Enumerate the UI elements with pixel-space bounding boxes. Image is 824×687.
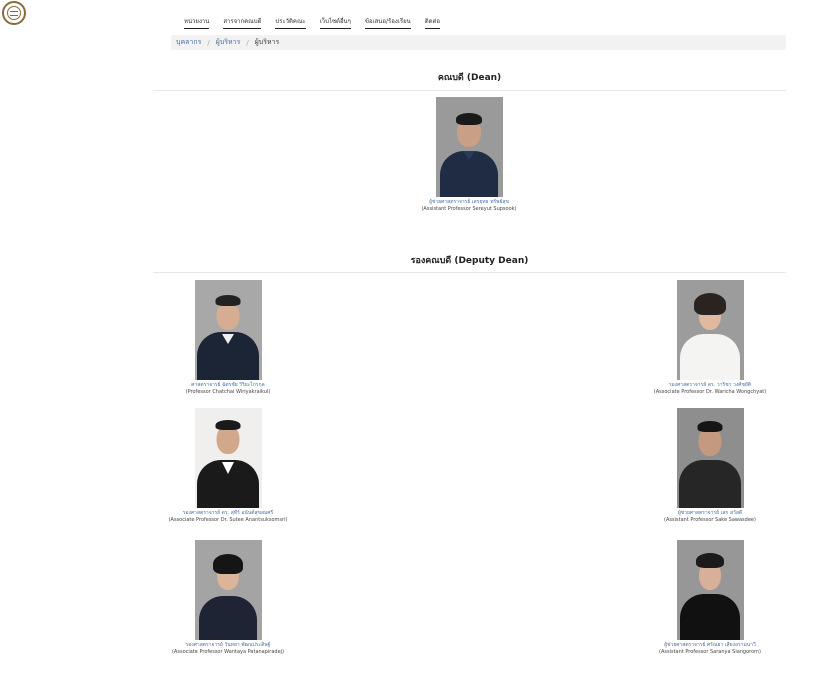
person-photo xyxy=(676,540,744,640)
deputy-card: ศาสตราจารย์ ฉัตรชัย วิริยะไกรกุล (Profes… xyxy=(138,280,318,396)
breadcrumb-separator: / xyxy=(246,38,249,47)
deputy-card: รองศาสตราจารย์ ดร. สุทีร์ อนันต์สุขสมศรี… xyxy=(138,408,318,524)
person-name-english: (Associate Professor Dr. Sutee Anantsuks… xyxy=(168,517,288,523)
person-photo xyxy=(194,408,262,508)
university-seal-icon[interactable] xyxy=(2,1,26,25)
deputy-card: ผู้ช่วยศาสตราจารย์ เสก สวัสดี (Assistant… xyxy=(620,408,800,524)
nav-item-dean-message[interactable]: สารจากคณบดี xyxy=(223,16,262,29)
nav-item-other-websites[interactable]: เว็บไซต์อื่นๆ xyxy=(319,16,351,29)
person-name-thai: รองศาสตราจารย์ วันทยา พัฒนประดิษฐ์ xyxy=(185,642,271,648)
person-photo xyxy=(676,280,744,380)
person-name-thai: ผู้ช่วยศาสตราจารย์ ศรัณยา เสียงอรามนาวี xyxy=(664,642,756,648)
divider xyxy=(153,272,786,273)
person-name-english: (Assistant Professor Sereyut Supsook) xyxy=(421,206,517,212)
deputy-card: รองศาสตราจารย์ วันทยา พัฒนประดิษฐ์ (Asso… xyxy=(138,540,318,656)
deputy-section-title: รองคณบดี (Deputy Dean) xyxy=(410,256,529,266)
person-photo xyxy=(194,540,262,640)
divider xyxy=(153,90,786,91)
person-name-thai: รองศาสตราจารย์ ดร. สุทีร์ อนันต์สุขสมศรี xyxy=(182,510,274,516)
person-name-thai: ผู้ช่วยศาสตราจารย์ เสรยุทธ ทรัพย์สุข xyxy=(429,199,509,205)
person-photo xyxy=(676,408,744,508)
nav-item-contact[interactable]: ติดต่อ xyxy=(424,16,440,29)
breadcrumb-separator: / xyxy=(207,38,210,47)
person-photo xyxy=(435,97,503,197)
nav-item-departments[interactable]: หน่วยงาน xyxy=(184,16,210,29)
person-name-english: (Associate Professor Wantaya Patanapirad… xyxy=(171,649,285,655)
breadcrumb-personnel[interactable]: บุคลากร xyxy=(176,37,201,48)
person-name-english: (Professor Chatchai Wiriyakraikul) xyxy=(185,389,271,395)
breadcrumb-current: ผู้บริหาร xyxy=(254,38,280,46)
person-name-thai: ผู้ช่วยศาสตราจารย์ เสก สวัสดี xyxy=(677,510,743,516)
nav-item-history[interactable]: ประวัติคณะ xyxy=(275,16,306,29)
person-name-english: (Assistant Professor Saranya Siangorom) xyxy=(659,649,761,655)
deputy-card: ผู้ช่วยศาสตราจารย์ ศรัณยา เสียงอรามนาวี … xyxy=(620,540,800,656)
person-name-thai: รองศาสตราจารย์ ดร. วาริชา วงศ์ชยัติ xyxy=(668,382,752,388)
deputy-card: รองศาสตราจารย์ ดร. วาริชา วงศ์ชยัติ (Ass… xyxy=(620,280,800,396)
person-name-english: (Assistant Professor Sake Sawasdee) xyxy=(664,517,756,523)
dean-card: ผู้ช่วยศาสตราจารย์ เสรยุทธ ทรัพย์สุข (As… xyxy=(379,97,559,213)
dean-section-title: คณบดี (Dean) xyxy=(437,73,502,83)
main-nav: หน่วยงาน สารจากคณบดี ประวัติคณะ เว็บไซต์… xyxy=(184,16,440,29)
breadcrumb: บุคลากร / ผู้บริหาร / ผู้บริหาร xyxy=(171,35,786,50)
breadcrumb-executives[interactable]: ผู้บริหาร xyxy=(216,37,241,48)
person-photo xyxy=(194,280,262,380)
nav-item-feedback[interactable]: ข้อเสนอ/ร้องเรียน xyxy=(364,16,411,29)
person-name-thai: ศาสตราจารย์ ฉัตรชัย วิริยะไกรกุล xyxy=(191,382,265,388)
person-name-english: (Associate Professor Dr. Waricha Wongchy… xyxy=(653,389,767,395)
